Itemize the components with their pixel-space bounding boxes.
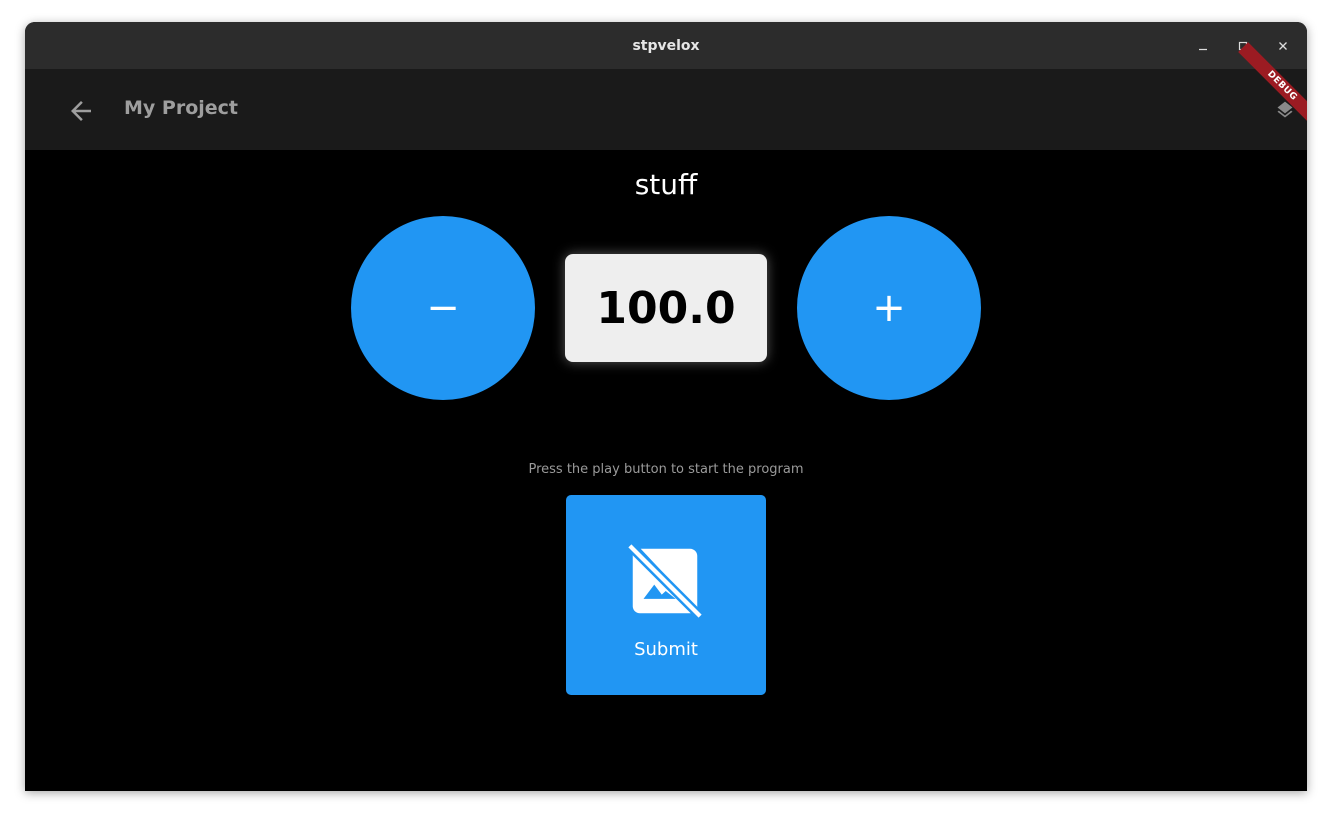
minimize-button[interactable]: [1191, 34, 1215, 58]
back-button[interactable]: [61, 91, 101, 131]
stepper-label: stuff: [634, 168, 698, 201]
main-content: stuff − 100.0 + Press the play button to…: [25, 150, 1307, 791]
plus-icon: +: [872, 285, 906, 331]
minus-icon: −: [426, 285, 460, 331]
stepper-value: 100.0: [565, 254, 767, 362]
window-titlebar: stpvelox: [25, 22, 1307, 69]
close-icon: [1279, 42, 1287, 50]
page-title: My Project: [124, 97, 238, 119]
arrow-back-icon: [71, 101, 91, 121]
app-bar: My Project DEBUG: [25, 42, 1307, 150]
app-window: stpvelox My Project DEBUG stuff − 100.0 …: [25, 22, 1307, 791]
increment-button[interactable]: +: [797, 216, 981, 400]
hide-image-icon: [626, 542, 704, 620]
window-title: stpvelox: [632, 37, 700, 54]
instruction-text: Press the play button to start the progr…: [528, 462, 804, 477]
decrement-button[interactable]: −: [351, 216, 535, 400]
close-button[interactable]: [1271, 34, 1295, 58]
submit-label: Submit: [634, 639, 698, 660]
minimize-icon: [1199, 48, 1207, 51]
submit-button[interactable]: Submit: [566, 495, 766, 695]
